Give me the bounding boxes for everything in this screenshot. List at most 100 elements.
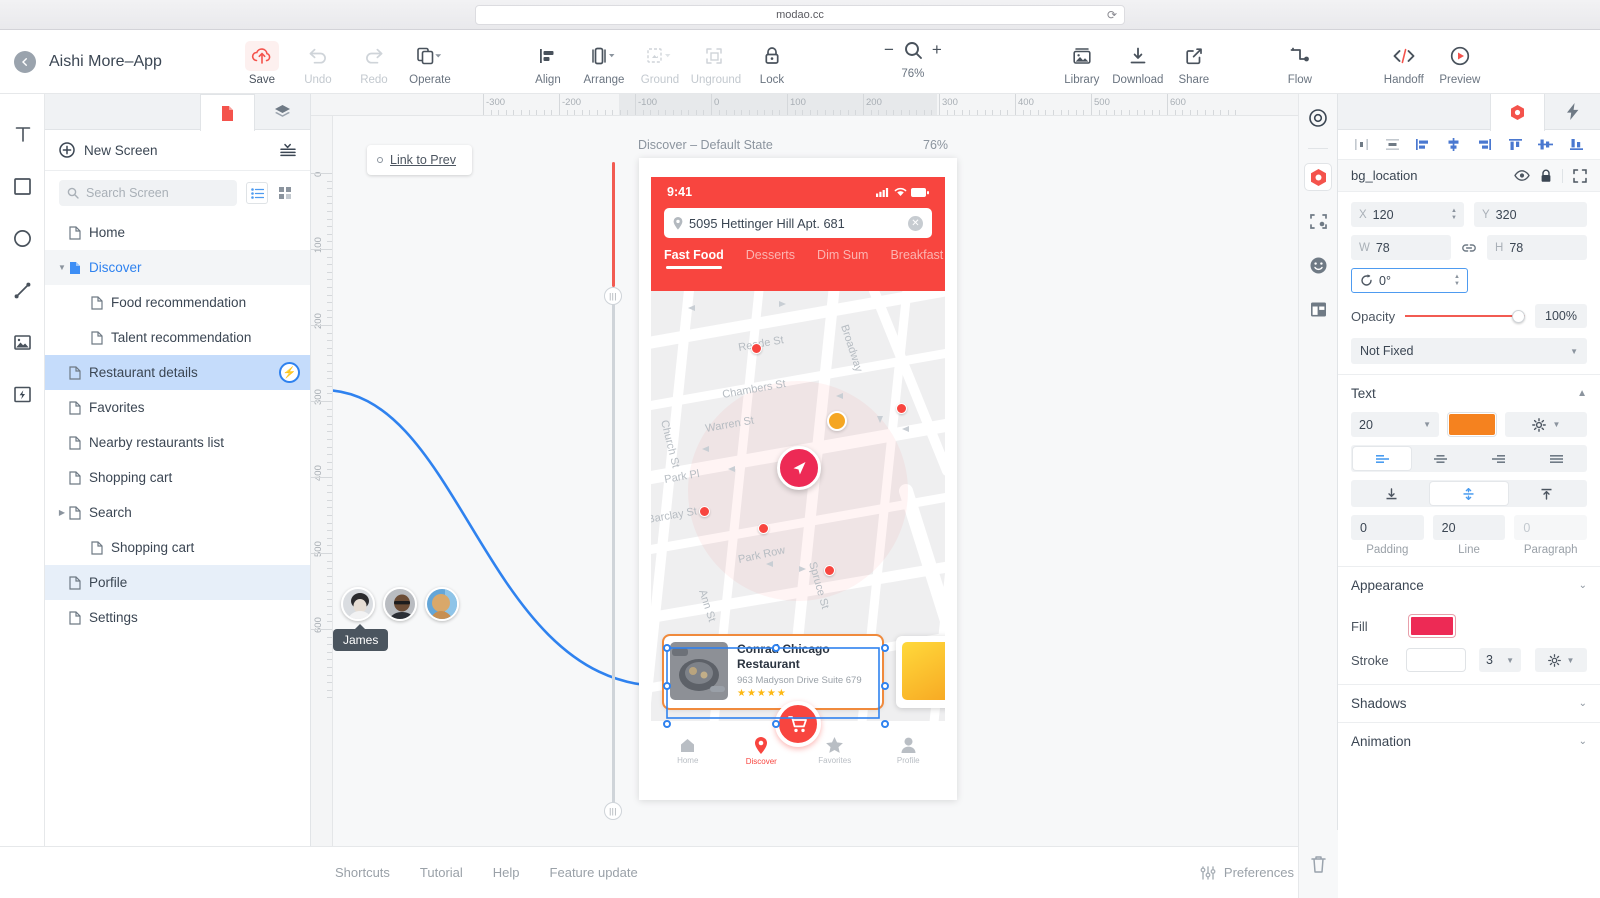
target-icon[interactable] bbox=[1304, 104, 1332, 132]
status-link-tutorial[interactable]: Tutorial bbox=[420, 865, 463, 880]
sidebar-item-restaurant-details[interactable]: Restaurant details ⚡ bbox=[45, 355, 310, 390]
stroke-settings-button[interactable]: ▼ bbox=[1535, 648, 1587, 672]
back-button[interactable] bbox=[14, 50, 36, 73]
appearance-section-header[interactable]: Appearance ⌄ bbox=[1338, 566, 1600, 604]
paragraph-input[interactable]: 0 bbox=[1514, 515, 1588, 540]
text-align-center-icon[interactable] bbox=[1411, 447, 1469, 470]
selection-handle[interactable] bbox=[881, 720, 889, 728]
sidebar-item-shopping-cart[interactable]: Shopping cart bbox=[45, 460, 310, 495]
lock-button[interactable]: Lock bbox=[744, 41, 800, 94]
zoom-out-button[interactable]: − bbox=[884, 40, 894, 60]
map-pin[interactable] bbox=[824, 565, 835, 576]
emoji-icon[interactable] bbox=[1304, 251, 1332, 279]
canvas[interactable]: ||| ||| Link to Prev Discover – Default … bbox=[333, 116, 1298, 898]
resize-icon[interactable] bbox=[1304, 207, 1332, 235]
text-tool[interactable] bbox=[0, 108, 45, 160]
line-input[interactable]: 20 bbox=[1432, 515, 1506, 540]
flow-button[interactable]: Flow bbox=[1272, 41, 1328, 94]
guide-cap-top[interactable]: ||| bbox=[604, 287, 622, 305]
horizontal-ruler[interactable]: -300 -200 -100 0 100 200 300 400 500 600 bbox=[311, 94, 1298, 116]
line-tool[interactable] bbox=[0, 264, 45, 316]
arrange-button[interactable]: Arrange bbox=[576, 41, 632, 94]
map-pin[interactable] bbox=[896, 403, 907, 414]
selection-handle[interactable] bbox=[663, 720, 671, 728]
interaction-tool[interactable] bbox=[0, 368, 45, 420]
valign-bottom-icon[interactable] bbox=[1353, 482, 1430, 505]
download-button[interactable]: Download bbox=[1110, 41, 1166, 94]
fill-color-swatch[interactable] bbox=[1409, 615, 1455, 637]
sort-icon[interactable] bbox=[280, 143, 296, 157]
guide-red[interactable] bbox=[612, 162, 615, 287]
share-button[interactable]: Share bbox=[1166, 41, 1222, 94]
preview-button[interactable]: Preview bbox=[1432, 41, 1488, 94]
stroke-width-select[interactable]: 3 ▼ bbox=[1479, 648, 1521, 672]
padding-input[interactable]: 0 bbox=[1351, 515, 1424, 540]
avatar[interactable] bbox=[425, 587, 459, 621]
library-button[interactable]: Library bbox=[1054, 41, 1110, 94]
phone-tab-profile[interactable]: Profile bbox=[872, 737, 946, 765]
guide-cap-bottom[interactable]: ||| bbox=[604, 802, 622, 820]
preferences-button[interactable]: Preferences bbox=[1200, 865, 1294, 880]
handoff-button[interactable]: Handoff bbox=[1376, 41, 1432, 94]
interaction-tab[interactable] bbox=[1545, 94, 1600, 129]
user-location-marker[interactable] bbox=[777, 446, 821, 490]
text-align-left-icon[interactable] bbox=[1353, 447, 1411, 470]
x-field[interactable]: X 120 ▲ ▼ bbox=[1351, 202, 1464, 227]
align-left-icon[interactable] bbox=[1408, 138, 1439, 151]
artboard[interactable]: 9:41 5095 Hettinger Hill Apt. 681 ✕ Fast… bbox=[639, 158, 957, 800]
text-section-header[interactable]: Text ▲ bbox=[1338, 374, 1600, 412]
new-screen-button[interactable]: New Screen bbox=[45, 130, 310, 171]
ground-button[interactable]: Ground bbox=[632, 41, 688, 94]
guide-gray[interactable] bbox=[612, 301, 615, 811]
unground-button[interactable]: Unground bbox=[688, 41, 744, 94]
avatar[interactable] bbox=[383, 587, 417, 621]
opacity-knob[interactable] bbox=[1512, 309, 1525, 323]
align-right-icon[interactable] bbox=[1469, 138, 1500, 151]
selection-handle[interactable] bbox=[663, 682, 671, 690]
align-bottom-icon[interactable] bbox=[1561, 138, 1592, 151]
layer-name[interactable]: bg_location bbox=[1351, 168, 1504, 183]
map-pin[interactable] bbox=[699, 506, 710, 517]
disclosure-triangle-icon[interactable]: ▶ bbox=[55, 508, 69, 517]
location-search-field[interactable]: 5095 Hettinger Hill Apt. 681 ✕ bbox=[664, 208, 932, 238]
component-icon[interactable] bbox=[1304, 163, 1332, 191]
map-pin[interactable] bbox=[758, 523, 769, 534]
interaction-badge-icon[interactable]: ⚡ bbox=[279, 362, 300, 383]
animation-section-header[interactable]: Animation ⌄ bbox=[1338, 722, 1600, 760]
sidebar-item-porfile[interactable]: Porfile bbox=[45, 565, 310, 600]
avatar[interactable] bbox=[341, 587, 375, 621]
sidebar-item-talent-recommendation[interactable]: Talent recommendation bbox=[45, 320, 310, 355]
selection-handle[interactable] bbox=[772, 644, 780, 652]
search-screen-input[interactable]: Search Screen bbox=[59, 180, 237, 206]
sidebar-item-shopping-cart[interactable]: Shopping cart bbox=[45, 530, 310, 565]
align-center-v-icon[interactable] bbox=[1531, 138, 1562, 151]
valign-top-icon[interactable] bbox=[1508, 482, 1585, 505]
fixed-select[interactable]: Not Fixed ▼ bbox=[1351, 338, 1587, 364]
properties-tab[interactable] bbox=[1490, 94, 1545, 131]
url-bar[interactable]: modao.cc ⟳ bbox=[475, 4, 1125, 25]
ellipse-tool[interactable] bbox=[0, 212, 45, 264]
align-center-h-icon[interactable] bbox=[1438, 138, 1469, 151]
list-view-icon[interactable] bbox=[246, 182, 268, 204]
redo-button[interactable]: Redo bbox=[346, 41, 402, 94]
rectangle-tool[interactable] bbox=[0, 160, 45, 212]
layout-icon[interactable] bbox=[1304, 295, 1332, 323]
save-button[interactable]: Save bbox=[234, 40, 290, 94]
disclosure-triangle-icon[interactable]: ▼ bbox=[55, 263, 69, 272]
phone-tab-home[interactable]: Home bbox=[651, 737, 725, 765]
zoom-in-button[interactable]: + bbox=[932, 40, 942, 60]
selection-handle[interactable] bbox=[663, 644, 671, 652]
magnifier-icon[interactable] bbox=[903, 40, 923, 60]
category-tab-fast-food[interactable]: Fast Food bbox=[664, 248, 724, 269]
font-size-select[interactable]: 20 ▼ bbox=[1351, 412, 1439, 437]
fit-icon[interactable] bbox=[1573, 168, 1587, 183]
link-to-prev-button[interactable]: Link to Prev bbox=[367, 145, 472, 175]
sidebar-item-nearby-restaurants-list[interactable]: Nearby restaurants list bbox=[45, 425, 310, 460]
distribute-vertical-icon[interactable] bbox=[1377, 138, 1408, 151]
screens-tab[interactable] bbox=[200, 94, 255, 131]
status-link-shortcuts[interactable]: Shortcuts bbox=[335, 865, 390, 880]
lock-icon[interactable] bbox=[1540, 169, 1552, 183]
link-icon[interactable] bbox=[1461, 243, 1477, 253]
width-field[interactable]: W 78 bbox=[1351, 235, 1451, 260]
map-pin-highlight[interactable] bbox=[827, 411, 847, 431]
